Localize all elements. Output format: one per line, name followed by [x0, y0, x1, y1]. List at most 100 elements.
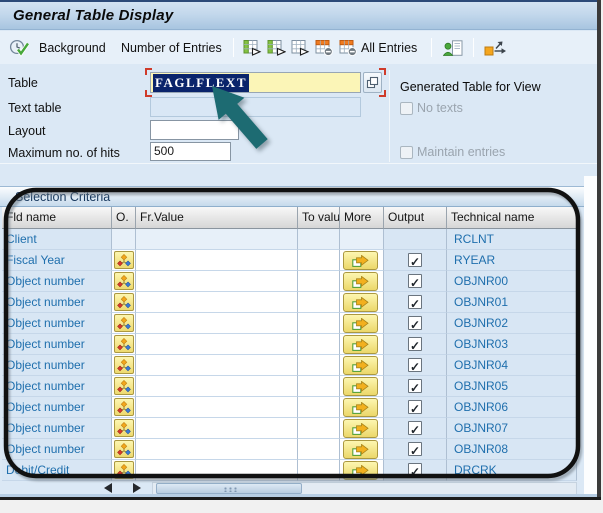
more-selection-button[interactable] — [343, 377, 378, 396]
output-checkbox[interactable] — [408, 357, 422, 375]
number-of-entries-button[interactable]: Number of Entries — [118, 38, 225, 58]
output-cell[interactable] — [384, 313, 447, 334]
select-fields-button[interactable] — [243, 38, 262, 58]
no-texts-checkbox[interactable]: No texts — [400, 101, 463, 115]
selection-option-button[interactable] — [114, 314, 134, 332]
layout-input[interactable] — [150, 120, 239, 140]
from-value-cell[interactable] — [136, 292, 298, 313]
option-cell[interactable] — [112, 418, 136, 439]
selection-option-button[interactable] — [114, 398, 134, 416]
matchcode-button[interactable] — [363, 72, 382, 93]
to-value-cell[interactable] — [298, 460, 340, 481]
from-value-cell[interactable] — [136, 460, 298, 481]
more-selection-button[interactable] — [343, 419, 378, 438]
output-cell[interactable] — [384, 334, 447, 355]
more-selection-button[interactable] — [343, 356, 378, 375]
from-value-cell[interactable] — [136, 376, 298, 397]
user-settings-button[interactable] — [443, 38, 464, 58]
to-value-cell[interactable] — [298, 250, 340, 271]
option-cell[interactable] — [112, 334, 136, 355]
selection-option-button[interactable] — [114, 377, 134, 395]
output-checkbox[interactable] — [408, 315, 422, 333]
more-selection-button[interactable] — [343, 398, 378, 417]
selection-option-button[interactable] — [114, 272, 134, 290]
max-hits-input[interactable]: 500 — [150, 142, 231, 161]
table-input[interactable]: FAGLFLEXT — [150, 72, 361, 93]
column-header-option[interactable]: O. — [112, 207, 136, 229]
column-header-to-value[interactable]: To value — [298, 207, 340, 229]
option-cell[interactable] — [112, 271, 136, 292]
column-header-more[interactable]: More — [340, 207, 384, 229]
to-value-cell[interactable] — [298, 313, 340, 334]
output-checkbox[interactable] — [408, 462, 422, 480]
output-cell[interactable] — [384, 271, 447, 292]
scroll-left-arrow[interactable] — [104, 483, 112, 493]
select-fields-alt-button[interactable] — [267, 38, 286, 58]
export-button[interactable] — [484, 38, 507, 58]
more-cell[interactable] — [340, 439, 384, 460]
more-selection-button[interactable] — [343, 335, 378, 354]
output-checkbox[interactable] — [408, 294, 422, 312]
scroll-right-arrow[interactable] — [133, 483, 141, 493]
more-cell[interactable] — [340, 376, 384, 397]
from-value-cell[interactable] — [136, 397, 298, 418]
column-header-technical-name[interactable]: Technical name — [447, 207, 577, 229]
output-checkbox[interactable] — [408, 336, 422, 354]
execute-button[interactable] — [9, 38, 30, 58]
option-cell[interactable] — [112, 376, 136, 397]
selection-option-button[interactable] — [114, 419, 134, 437]
more-selection-button[interactable] — [343, 251, 378, 270]
option-cell[interactable] — [112, 355, 136, 376]
more-selection-button[interactable] — [343, 440, 378, 459]
from-value-cell[interactable] — [136, 418, 298, 439]
output-checkbox[interactable] — [408, 252, 422, 270]
from-value-cell[interactable] — [136, 271, 298, 292]
all-entries-button[interactable]: All Entries — [339, 38, 420, 58]
maintain-entries-checkbox[interactable]: Maintain entries — [400, 145, 505, 159]
selection-option-button[interactable] — [114, 293, 134, 311]
output-cell[interactable] — [384, 292, 447, 313]
output-cell[interactable] — [384, 355, 447, 376]
to-value-cell[interactable] — [298, 418, 340, 439]
column-header-from-value[interactable]: Fr.Value — [136, 207, 298, 229]
more-cell[interactable] — [340, 313, 384, 334]
output-checkbox[interactable] — [408, 420, 422, 438]
output-cell[interactable] — [384, 250, 447, 271]
more-cell[interactable] — [340, 271, 384, 292]
horizontal-scrollbar-thumb[interactable] — [156, 483, 302, 494]
selection-option-button[interactable] — [114, 461, 134, 479]
option-cell[interactable] — [112, 250, 136, 271]
deselect-fields-button[interactable] — [291, 38, 310, 58]
to-value-cell[interactable] — [298, 355, 340, 376]
limited-entries-button[interactable] — [315, 38, 334, 58]
selection-option-button[interactable] — [114, 356, 134, 374]
more-cell[interactable] — [340, 250, 384, 271]
more-cell[interactable] — [340, 460, 384, 481]
more-selection-button[interactable] — [343, 293, 378, 312]
output-cell[interactable] — [384, 397, 447, 418]
more-selection-button[interactable] — [343, 314, 378, 333]
from-value-cell[interactable] — [136, 439, 298, 460]
to-value-cell[interactable] — [298, 439, 340, 460]
to-value-cell[interactable] — [298, 271, 340, 292]
option-cell[interactable] — [112, 397, 136, 418]
from-value-cell[interactable] — [136, 250, 298, 271]
from-value-cell[interactable] — [136, 355, 298, 376]
more-selection-button[interactable] — [343, 272, 378, 291]
from-value-cell[interactable] — [136, 334, 298, 355]
output-cell[interactable] — [384, 460, 447, 481]
output-cell[interactable] — [384, 376, 447, 397]
more-cell[interactable] — [340, 397, 384, 418]
to-value-cell[interactable] — [298, 334, 340, 355]
option-cell[interactable] — [112, 313, 136, 334]
more-cell[interactable] — [340, 334, 384, 355]
selection-option-button[interactable] — [114, 335, 134, 353]
selection-option-button[interactable] — [114, 251, 134, 269]
output-checkbox[interactable] — [408, 378, 422, 396]
to-value-cell[interactable] — [298, 292, 340, 313]
option-cell[interactable] — [112, 292, 136, 313]
output-checkbox[interactable] — [408, 273, 422, 291]
more-cell[interactable] — [340, 418, 384, 439]
background-button[interactable]: Background — [36, 38, 109, 58]
output-checkbox[interactable] — [408, 441, 422, 459]
